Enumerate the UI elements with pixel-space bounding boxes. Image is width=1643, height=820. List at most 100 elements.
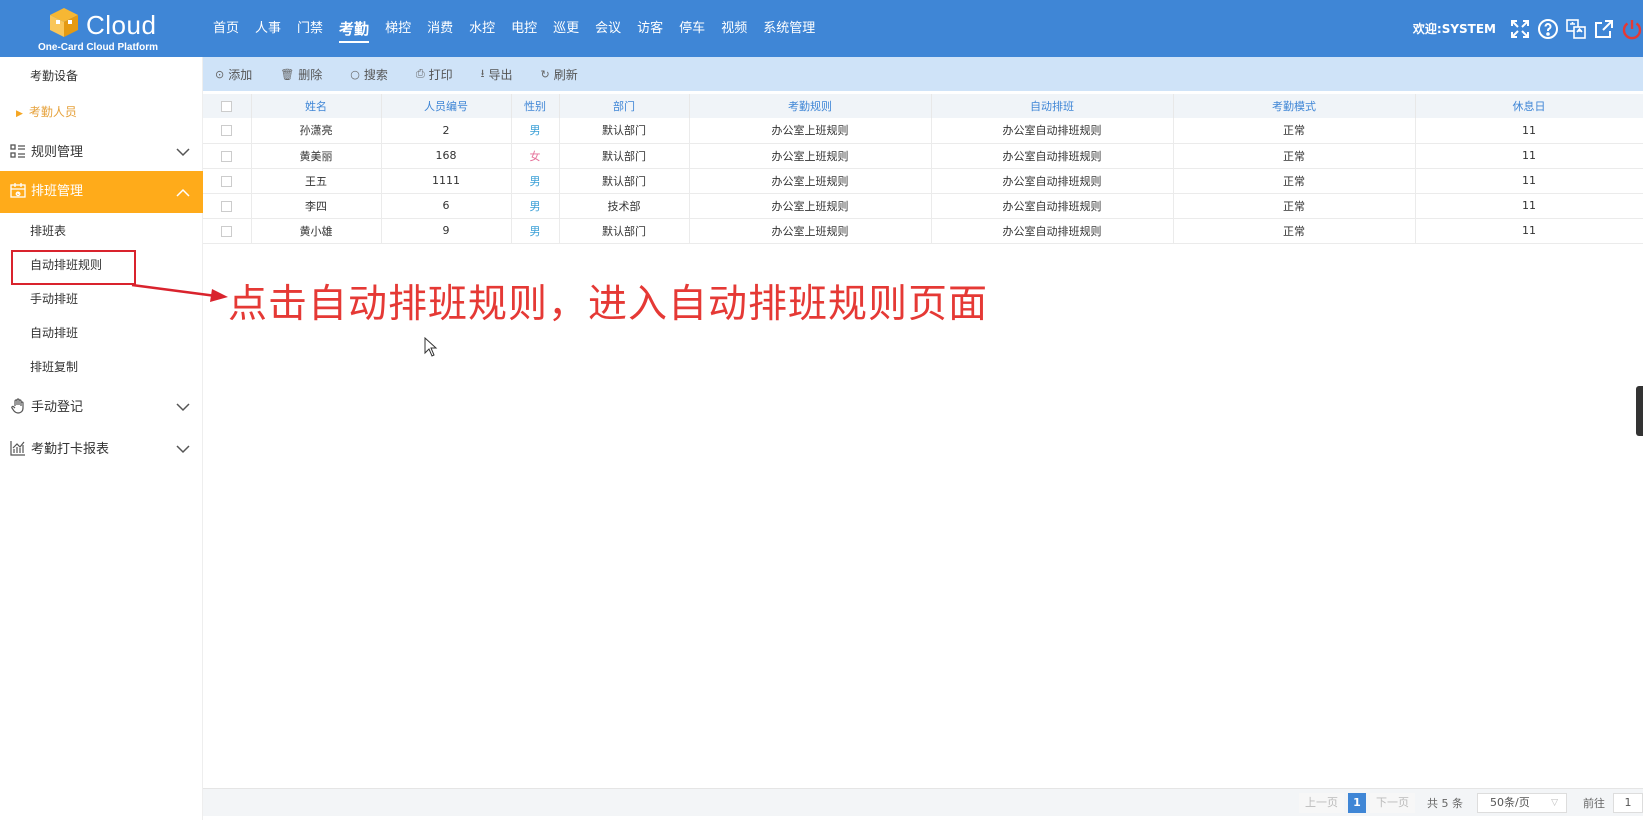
row-checkbox-cell[interactable] <box>203 193 252 219</box>
sidebar-item-schedule-copy[interactable]: 排班复制 <box>0 350 203 384</box>
nav-item[interactable]: 门禁 <box>289 0 331 57</box>
select-all-checkbox-cell[interactable] <box>203 94 252 118</box>
nav-item[interactable]: 巡更 <box>545 0 587 57</box>
nav-item[interactable]: 停车 <box>671 0 713 57</box>
download-icon: ⭳ <box>480 66 485 80</box>
sidebar-item-attendance-device[interactable]: 考勤设备 <box>0 59 203 93</box>
sidebar-item-schedule-table[interactable]: 排班表 <box>0 214 203 248</box>
table-cell: 默认部门 <box>559 143 690 169</box>
data-grid: 姓名 人员编号 性别 部门 考勤规则 自动排班 考勤模式 休息日 孙潇亮 2 男默认部门 办公室上班… <box>203 94 1643 244</box>
table-row[interactable]: 孙潇亮 2 男默认部门 办公室上班规则 办公室自动排班规则 正常 11 <box>203 118 1643 144</box>
sidebar-group-manual-registration[interactable]: 手动登记 <box>0 387 203 429</box>
list-icon <box>10 144 25 158</box>
row-checkbox-cell[interactable] <box>203 218 252 244</box>
refresh-button[interactable]: ↻ 刷新 <box>541 66 578 83</box>
nav-item[interactable]: 会议 <box>587 0 629 57</box>
nav-item[interactable]: 考勤 <box>331 0 377 57</box>
delete-button[interactable]: 🗑 删除 <box>280 66 322 83</box>
nav-item[interactable]: 系统管理 <box>755 0 823 57</box>
toolbar-button-label: 搜索 <box>363 67 388 82</box>
select-all-checkbox[interactable] <box>221 101 233 112</box>
mouse-cursor-icon <box>424 337 438 357</box>
table-cell: 11 <box>1415 143 1643 169</box>
row-checkbox[interactable] <box>221 200 233 212</box>
table-cell: 默认部门 <box>559 218 690 244</box>
nav-item[interactable]: 访客 <box>629 0 671 57</box>
language-icon[interactable] <box>1565 18 1587 40</box>
nav-item[interactable]: 视频 <box>713 0 755 57</box>
sidebar-group-rule-management[interactable]: 规则管理 <box>0 132 203 174</box>
fullscreen-icon[interactable] <box>1509 18 1531 40</box>
refresh-icon: ↻ <box>540 67 550 81</box>
sidebar-group-label: 规则管理 <box>31 145 84 160</box>
table-cell: 办公室自动排班规则 <box>931 168 1174 194</box>
external-link-icon[interactable] <box>1593 18 1615 40</box>
export-button[interactable]: ⭳ 导出 <box>481 65 513 84</box>
side-scroll-handle[interactable] <box>1636 386 1643 436</box>
help-icon[interactable] <box>1537 18 1559 40</box>
prev-page-button[interactable]: 上一页 <box>1299 793 1344 813</box>
header-actions: 欢迎:SYSTEM <box>1413 0 1643 57</box>
row-checkbox-cell[interactable] <box>203 143 252 169</box>
goto-page-input[interactable]: 1 <box>1613 793 1643 813</box>
sidebar-item-auto-schedule[interactable]: 自动排班 <box>0 316 203 350</box>
calendar-icon <box>10 183 26 198</box>
welcome-text: 欢迎:SYSTEM <box>1412 22 1496 36</box>
row-checkbox[interactable] <box>221 125 233 137</box>
chevron-down-icon <box>176 445 190 454</box>
top-header: Cloud One-Card Cloud Platform 首页 人事 门禁 考勤 梯控… <box>0 0 1643 57</box>
power-icon[interactable] <box>1621 18 1643 40</box>
chart-icon <box>10 441 25 456</box>
toolbar-button-label: 导出 <box>488 67 513 82</box>
table-row[interactable]: 黄小雄 9 男默认部门 办公室上班规则 办公室自动排班规则 正常 11 <box>203 218 1643 244</box>
chevron-down-icon <box>176 148 190 157</box>
table-row[interactable]: 王五 1111 男默认部门 办公室上班规则 办公室自动排班规则 正常 11 <box>203 168 1643 194</box>
column-header[interactable]: 休息日 <box>1415 94 1643 118</box>
nav-item[interactable]: 人事 <box>247 0 289 57</box>
next-page-button[interactable]: 下一页 <box>1370 793 1415 813</box>
nav-item[interactable]: 首页 <box>205 0 247 57</box>
row-checkbox[interactable] <box>221 225 233 237</box>
row-checkbox[interactable] <box>221 150 233 162</box>
table-cell: 11 <box>1415 193 1643 219</box>
table-cell: 办公室自动排班规则 <box>931 193 1174 219</box>
logo-text: Cloud <box>86 10 157 40</box>
logo: Cloud One-Card Cloud Platform <box>36 4 176 56</box>
row-checkbox[interactable] <box>221 175 233 187</box>
column-header[interactable]: 部门 <box>559 94 690 118</box>
nav-item[interactable]: 梯控 <box>377 0 419 57</box>
pagination: 上一页 1 下一页 共 5 条 50条/页 ▽ 前往 1 <box>1299 793 1643 813</box>
column-header[interactable]: 姓名 <box>251 94 382 118</box>
row-checkbox-cell[interactable] <box>203 168 252 194</box>
table-row[interactable]: 李四 6 男技术部 办公室上班规则 办公室自动排班规则 正常 11 <box>203 193 1643 219</box>
row-checkbox-cell[interactable] <box>203 118 252 144</box>
table-cell: 6 <box>381 193 512 219</box>
nav-item[interactable]: 电控 <box>503 0 545 57</box>
page-number-current[interactable]: 1 <box>1348 793 1366 813</box>
table-cell: 技术部 <box>559 193 690 219</box>
table-cell: 办公室上班规则 <box>689 193 932 219</box>
total-count: 共 5 条 <box>1427 797 1463 810</box>
table-row[interactable]: 黄美丽 168 女默认部门 办公室上班规则 办公室自动排班规则 正常 11 <box>203 143 1643 169</box>
column-header[interactable]: 人员编号 <box>381 94 512 118</box>
nav-item[interactable]: 消费 <box>419 0 461 57</box>
table-cell: 办公室上班规则 <box>689 143 932 169</box>
column-header[interactable]: 考勤规则 <box>689 94 932 118</box>
chevron-down-icon <box>176 403 190 412</box>
page-size-value: 50条/页 <box>1490 796 1530 809</box>
page-size-select[interactable]: 50条/页 ▽ <box>1477 793 1567 813</box>
table-cell: 正常 <box>1173 168 1416 194</box>
add-button[interactable]: ⊙ 添加 <box>215 66 252 83</box>
column-header[interactable]: 性别 <box>511 94 560 118</box>
sidebar-item-attendance-staff[interactable]: ▶ 考勤人员 <box>0 95 203 129</box>
nav-item[interactable]: 水控 <box>461 0 503 57</box>
search-button[interactable]: ○ 搜索 <box>350 66 388 83</box>
sidebar-group-schedule-management[interactable]: 排班管理 <box>0 171 203 213</box>
sidebar-item-label: 考勤人员 <box>28 105 77 119</box>
column-header[interactable]: 自动排班 <box>931 94 1174 118</box>
sidebar-group-attendance-report[interactable]: 考勤打卡报表 <box>0 429 203 471</box>
table-cell: 男 <box>511 118 560 144</box>
print-button[interactable]: ⎙ 打印 <box>416 66 453 83</box>
table-cell: 男 <box>511 218 560 244</box>
column-header[interactable]: 考勤模式 <box>1173 94 1416 118</box>
